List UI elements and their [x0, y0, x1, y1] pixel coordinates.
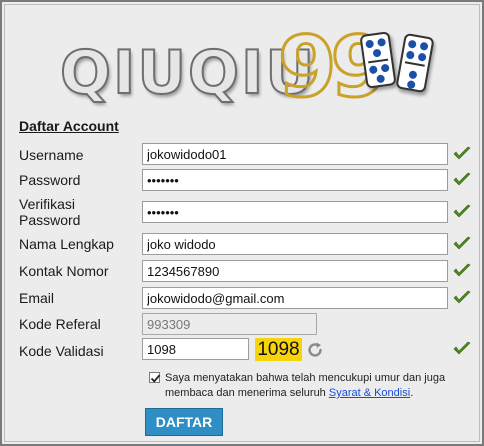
password-label: Password	[19, 172, 81, 188]
referral-input	[142, 313, 317, 335]
verify-password-label: Verifikasi Password	[19, 196, 80, 228]
checkbox-check-icon	[150, 374, 161, 383]
username-input[interactable]	[142, 143, 448, 165]
domino-tile-icon	[395, 32, 435, 94]
checkmark-icon	[453, 204, 471, 218]
phone-input[interactable]	[142, 260, 448, 282]
referral-label: Kode Referal	[19, 316, 101, 332]
agreement-checkbox[interactable]	[149, 372, 161, 383]
checkmark-icon	[453, 172, 471, 186]
validation-input[interactable]	[142, 338, 249, 360]
register-button[interactable]: DAFTAR	[145, 408, 223, 436]
registration-panel: QIUQIU 99 Daftar Account Username Passwo…	[0, 0, 484, 446]
registration-panel-inner: QIUQIU 99 Daftar Account Username Passwo…	[4, 4, 480, 442]
checkmark-icon	[453, 290, 471, 304]
full-name-input[interactable]	[142, 233, 448, 255]
email-label: Email	[19, 290, 55, 306]
email-input[interactable]	[142, 287, 448, 309]
verify-password-label-line1: Verifikasi	[19, 196, 76, 212]
checkmark-icon	[453, 146, 471, 160]
refresh-icon[interactable]	[306, 341, 324, 359]
full-name-label: Nama Lengkap	[19, 236, 114, 252]
phone-label: Kontak Nomor	[19, 263, 109, 279]
username-label: Username	[19, 147, 84, 163]
verify-password-input[interactable]	[142, 201, 448, 223]
captcha-code: 1098	[255, 338, 302, 361]
agreement-text: Saya menyatakan bahwa telah mencukupi um…	[165, 371, 450, 401]
password-input[interactable]	[142, 169, 448, 191]
checkmark-icon	[453, 341, 471, 355]
validation-label: Kode Validasi	[19, 343, 104, 359]
checkmark-icon	[453, 263, 471, 277]
domino-tile-icon	[359, 31, 397, 89]
form-heading: Daftar Account	[19, 118, 119, 134]
brand-logo: QIUQIU 99	[59, 21, 440, 111]
verify-password-label-line2: Password	[19, 212, 81, 228]
agreement-text-end: .	[410, 387, 414, 399]
checkmark-icon	[453, 236, 471, 250]
terms-link[interactable]: Syarat & Kondisi	[329, 387, 410, 399]
